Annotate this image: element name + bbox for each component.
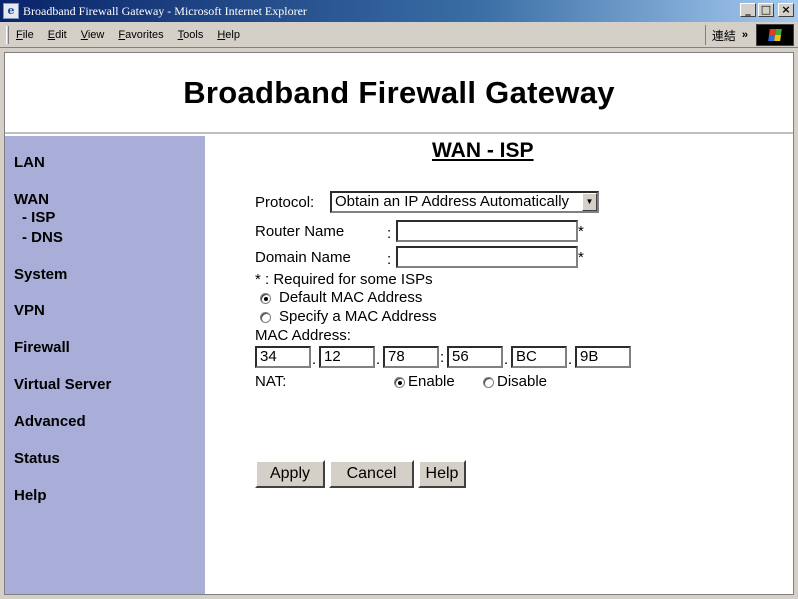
- protocol-select[interactable]: Obtain an IP Address Automatically ▼: [330, 191, 599, 213]
- sidebar-item-firewall[interactable]: Firewall: [14, 339, 70, 356]
- cancel-button[interactable]: Cancel: [329, 460, 414, 488]
- help-button[interactable]: Help: [418, 460, 466, 488]
- main-content: WAN - ISP Protocol: Obtain an IP Address…: [205, 136, 793, 594]
- menu-view[interactable]: View: [74, 29, 112, 41]
- mac-octet-4-input[interactable]: 56: [447, 346, 503, 368]
- mac-octet-1-input[interactable]: 34: [255, 346, 311, 368]
- router-name-input[interactable]: [396, 220, 578, 242]
- mac-octet-6-input[interactable]: 9B: [575, 346, 631, 368]
- window-title-bar[interactable]: e Broadband Firewall Gateway - Microsoft…: [0, 0, 798, 22]
- mac-octet-3-input[interactable]: 78: [383, 346, 439, 368]
- router-name-label: Router Name: [255, 223, 345, 240]
- sidebar-item-wan[interactable]: WAN: [14, 191, 49, 208]
- mac-separator-5: .: [568, 351, 573, 368]
- mac-address-label: MAC Address:: [255, 327, 351, 344]
- window-bottom-border: [0, 595, 798, 599]
- ie-icon: e: [3, 3, 19, 19]
- close-button[interactable]: ×: [778, 3, 794, 17]
- page-banner-title: Broadband Firewall Gateway: [183, 74, 615, 110]
- nat-disable-label[interactable]: Disable: [497, 373, 547, 390]
- chevron-right-icon[interactable]: »: [742, 29, 748, 41]
- nat-disable-radio[interactable]: [483, 377, 494, 388]
- mac-separator-2: .: [376, 351, 381, 368]
- router-name-colon: :: [387, 225, 392, 242]
- router-name-required-mark: *: [578, 223, 584, 240]
- browser-viewport: Broadband Firewall Gateway LAN WAN - ISP…: [4, 52, 794, 595]
- nat-enable-label[interactable]: Enable: [408, 373, 455, 390]
- mac-default-radio[interactable]: [260, 293, 271, 304]
- window-controls: _ □ ×: [740, 3, 794, 17]
- maximize-button[interactable]: □: [758, 3, 774, 17]
- sidebar-item-lan[interactable]: LAN: [14, 154, 45, 171]
- page-header: Broadband Firewall Gateway: [5, 53, 793, 134]
- sidebar-item-status[interactable]: Status: [14, 450, 60, 467]
- sidebar-item-help[interactable]: Help: [14, 487, 47, 504]
- menu-favorites[interactable]: Favorites: [111, 29, 170, 41]
- mac-octet-2-input[interactable]: 12: [319, 346, 375, 368]
- menu-file[interactable]: File: [9, 29, 41, 41]
- domain-name-required-mark: *: [578, 249, 584, 266]
- sidebar-item-isp[interactable]: - ISP: [22, 209, 55, 226]
- menu-edit[interactable]: Edit: [41, 29, 74, 41]
- mac-default-label[interactable]: Default MAC Address: [279, 289, 422, 306]
- menu-tools[interactable]: Tools: [171, 29, 211, 41]
- minimize-button[interactable]: _: [740, 3, 756, 17]
- protocol-selected-value: Obtain an IP Address Automatically: [335, 193, 570, 210]
- menu-bar: File Edit View Favorites Tools Help 連結 »: [0, 22, 798, 48]
- mac-specify-label[interactable]: Specify a MAC Address: [279, 308, 437, 325]
- nat-label: NAT:: [255, 373, 287, 390]
- links-toolbar[interactable]: 連結 »: [704, 25, 748, 45]
- windows-logo-icon: [756, 24, 794, 46]
- domain-name-label: Domain Name: [255, 249, 351, 266]
- protocol-label: Protocol:: [255, 194, 315, 211]
- links-label: 連結: [711, 28, 736, 43]
- mac-separator-4: .: [504, 351, 509, 368]
- apply-button[interactable]: Apply: [255, 460, 325, 488]
- sidebar-item-vpn[interactable]: VPN: [14, 302, 45, 319]
- required-note: * : Required for some ISPs: [255, 271, 433, 288]
- window-title: Broadband Firewall Gateway - Microsoft I…: [23, 3, 307, 18]
- sidebar-item-dns[interactable]: - DNS: [22, 229, 63, 246]
- menu-help[interactable]: Help: [210, 29, 247, 41]
- domain-name-input[interactable]: [396, 246, 578, 268]
- sidebar-nav: LAN WAN - ISP - DNS System VPN Firewall …: [5, 136, 205, 594]
- mac-specify-radio[interactable]: [260, 312, 271, 323]
- sidebar-item-system[interactable]: System: [14, 266, 67, 283]
- nat-enable-radio[interactable]: [394, 377, 405, 388]
- sidebar-item-virtual-server[interactable]: Virtual Server: [14, 376, 111, 393]
- mac-octet-5-input[interactable]: BC: [511, 346, 567, 368]
- mac-separator-3: :: [440, 349, 445, 366]
- chevron-down-icon[interactable]: ▼: [582, 193, 597, 211]
- page-title: WAN - ISP: [432, 139, 534, 162]
- sidebar-item-advanced[interactable]: Advanced: [14, 413, 86, 430]
- mac-separator-1: .: [312, 351, 317, 368]
- domain-name-colon: :: [387, 251, 392, 268]
